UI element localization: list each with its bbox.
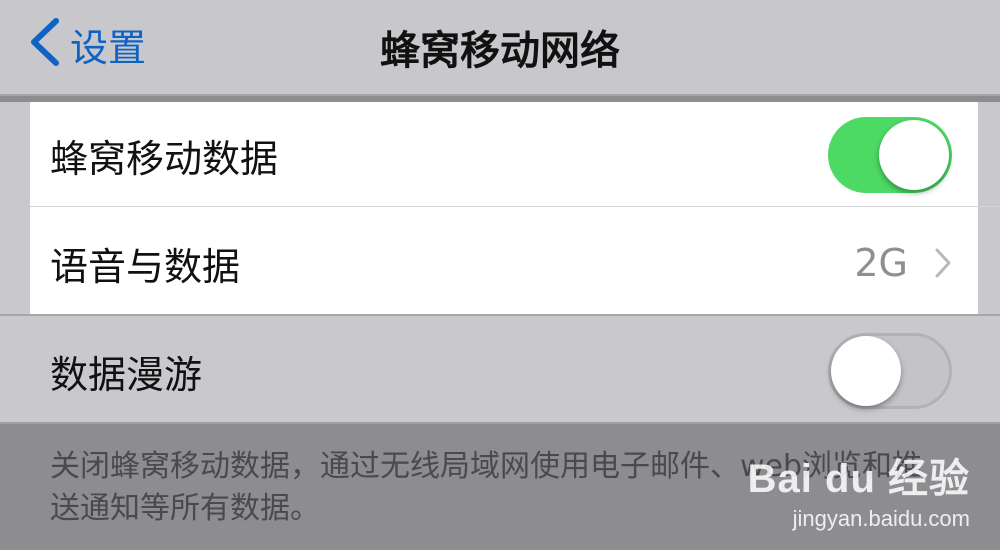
- data-roaming-row: 数据漫游: [0, 318, 1000, 424]
- cellular-data-toggle[interactable]: [828, 117, 952, 193]
- toggle-knob: [879, 120, 949, 190]
- data-roaming-label: 数据漫游: [50, 352, 203, 397]
- voice-data-detail: 2G: [854, 241, 952, 285]
- watermark-logo: Bai du 经验: [747, 457, 970, 501]
- voice-data-label: 语音与数据: [50, 244, 241, 289]
- chevron-right-icon: [934, 247, 952, 279]
- watermark-url: jingyan.baidu.com: [792, 506, 970, 531]
- watermark: Bai du 经验 jingyan.baidu.com: [748, 446, 970, 532]
- cellular-data-row: 蜂窝移动数据: [0, 102, 1000, 208]
- voice-data-row[interactable]: 语音与数据 2G: [0, 210, 1000, 316]
- toggle-knob: [831, 336, 901, 406]
- data-roaming-toggle[interactable]: [828, 333, 952, 409]
- cellular-data-label: 蜂窝移动数据: [50, 136, 279, 181]
- navigation-bar: 设置 蜂窝移动网络: [0, 0, 1000, 96]
- page-title: 蜂窝移动网络: [380, 28, 620, 74]
- voice-data-value: 2G: [854, 241, 908, 285]
